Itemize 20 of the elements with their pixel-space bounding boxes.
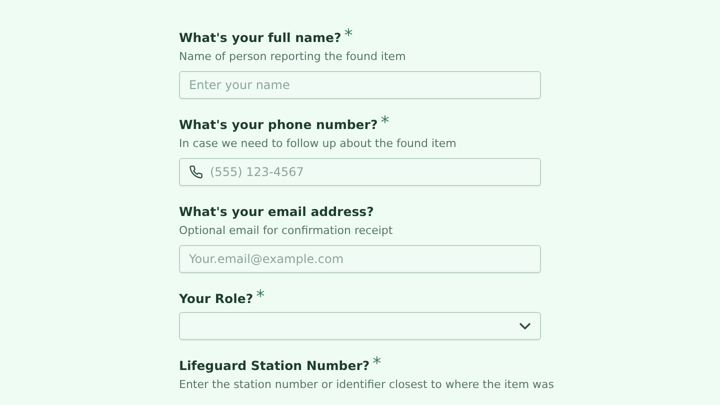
field-label: What's your phone number? bbox=[179, 116, 378, 134]
phone-field[interactable]: (555) 123-4567 bbox=[179, 158, 541, 186]
field-label: What's your email address? bbox=[179, 203, 374, 221]
required-asterisk: * bbox=[344, 29, 353, 43]
field-label: What's your full name? bbox=[179, 29, 342, 47]
field-description: In case we need to follow up about the found item bbox=[179, 136, 456, 152]
required-asterisk: * bbox=[256, 290, 265, 304]
field-label: Lifeguard Station Number? bbox=[179, 357, 370, 375]
required-asterisk: * bbox=[372, 357, 382, 371]
required-asterisk: * bbox=[380, 116, 390, 130]
field-label: Your Role? bbox=[179, 290, 254, 308]
phone-icon bbox=[189, 165, 203, 179]
input-field[interactable]: Enter your name bbox=[179, 71, 541, 99]
phone-input[interactable]: (555) 123-4567 bbox=[210, 165, 531, 179]
chevron-down-icon bbox=[519, 322, 531, 330]
field-description: Optional email for confirmation receipt bbox=[179, 223, 393, 239]
role-dropdown[interactable] bbox=[179, 312, 541, 340]
input-field[interactable]: Your.email@example.com bbox=[179, 245, 541, 273]
field-description: Name of person reporting the found item bbox=[179, 49, 406, 65]
field-description: Enter the station number or identifier closest to where the item was bbox=[179, 377, 554, 393]
